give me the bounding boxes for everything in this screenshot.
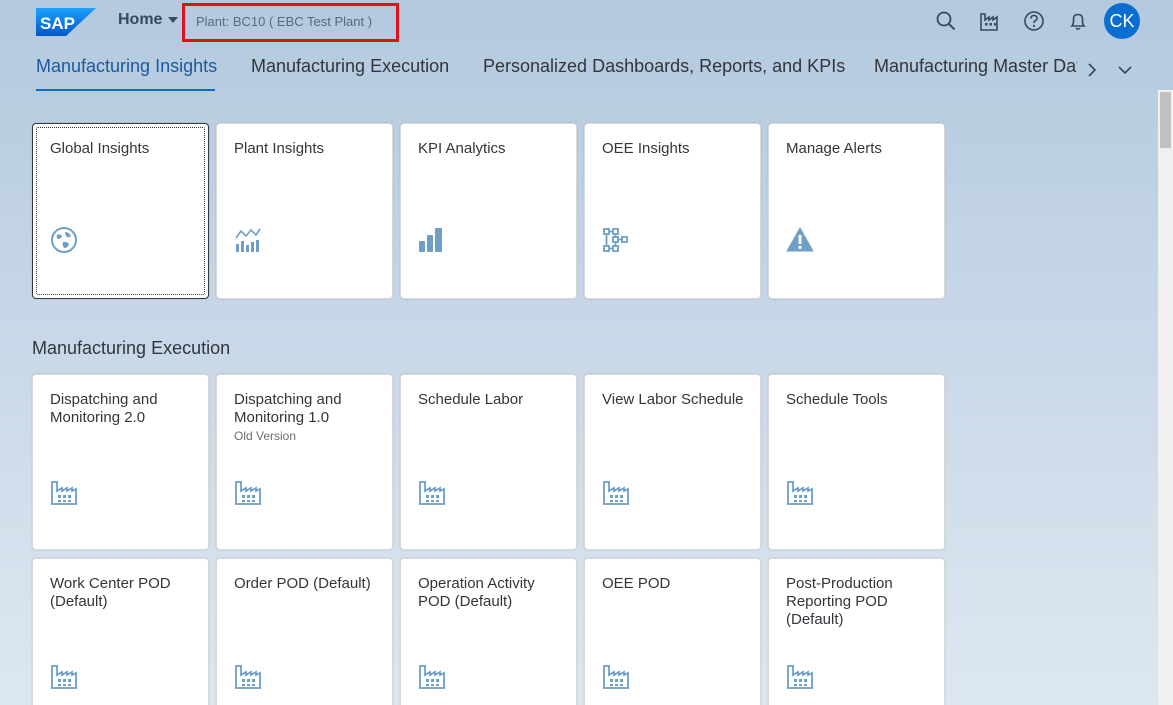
scrollbar-thumb[interactable] [1160,92,1171,148]
section-title-manufacturing-execution: Manufacturing Execution [32,338,231,358]
caret-down-icon [168,17,179,23]
network-icon [603,228,628,252]
tile-oee-insights[interactable]: OEE Insights [584,123,761,299]
tile-manage-alerts[interactable]: Manage Alerts [768,123,945,299]
help-icon[interactable] [1023,10,1045,32]
tile-title: Operation Activity POD (Default) [418,575,535,610]
tile-oee-pod[interactable]: OEE POD [584,558,761,705]
factory-icon [787,665,813,689]
bar-chart-icon [419,228,442,252]
tile-kpi-analytics[interactable]: KPI Analytics [400,123,577,299]
tile-view-labor-schedule[interactable]: View Labor Schedule [584,374,761,550]
tile-title: Schedule Tools [786,391,888,408]
tile-title: Dispatching and Monitoring 1.0 [234,391,342,426]
warning-icon [786,227,814,252]
tile-title: Global Insights [50,140,150,157]
line-bar-chart-icon [235,228,261,252]
shell-bar: SAP Home Plant: BC10 ( EBC Test Plant ) … [0,0,1173,42]
tile-title: Dispatching and Monitoring 2.0 [50,391,158,426]
tile-plant-insights[interactable]: Plant Insights [216,123,393,299]
factory-icon [235,481,261,505]
factory-icon [51,665,77,689]
tab-bar: Manufacturing Insights Manufacturing Exe… [0,52,1158,92]
tile-title: Manage Alerts [786,140,882,157]
tab-personalized-dashboards[interactable]: Personalized Dashboards, Reports, and KP… [483,56,845,77]
tile-dispatching-monitoring-1[interactable]: Dispatching and Monitoring 1.0 Old Versi… [216,374,393,550]
factory-icon [235,665,261,689]
factory-icon [787,481,813,505]
tile-post-production-reporting-pod[interactable]: Post-Production Reporting POD (Default) [768,558,945,705]
tab-manufacturing-master-data[interactable]: Manufacturing Master Data [874,56,1077,76]
tab-overflow-clip: Manufacturing Master Data [874,56,1077,77]
factory-icon[interactable] [979,10,1001,32]
tile-title: Work Center POD (Default) [50,575,171,610]
scrollbar-track[interactable] [1158,90,1173,705]
chevron-right-icon[interactable] [1085,62,1099,78]
tile-order-pod[interactable]: Order POD (Default) [216,558,393,705]
tile-schedule-tools[interactable]: Schedule Tools [768,374,945,550]
tile-subtitle: Old Version [234,429,297,443]
tab-manufacturing-insights[interactable]: Manufacturing Insights [36,56,217,77]
factory-icon [51,481,77,505]
plant-label[interactable]: Plant: BC10 ( EBC Test Plant ) [196,14,372,29]
home-label: Home [118,11,163,28]
chevron-down-icon[interactable] [1117,64,1133,76]
tile-title: View Labor Schedule [602,391,744,408]
tile-global-insights[interactable]: Global Insights [32,123,209,299]
factory-icon [419,481,445,505]
tile-work-center-pod[interactable]: Work Center POD (Default) [32,558,209,705]
tile-title: OEE POD [602,575,671,592]
tile-title: Order POD (Default) [234,575,371,592]
home-menu[interactable]: Home [118,11,179,29]
sap-logo[interactable]: SAP [36,8,96,36]
factory-icon [419,665,445,689]
tile-title: Schedule Labor [418,391,524,408]
tile-title: OEE Insights [602,140,690,157]
factory-icon [603,665,629,689]
tile-title: KPI Analytics [418,140,506,157]
tab-manufacturing-execution[interactable]: Manufacturing Execution [251,56,449,77]
factory-icon [603,481,629,505]
notifications-icon[interactable] [1067,10,1089,32]
search-icon[interactable] [935,10,957,32]
tile-title: Plant Insights [234,140,325,157]
user-avatar[interactable]: CK [1104,3,1140,39]
active-tab-indicator [36,89,215,91]
globe-icon [51,227,77,253]
sap-logo-text: SAP [40,14,75,33]
tile-title: Post-Production Reporting POD (Default) [786,575,893,628]
tile-operation-activity-pod[interactable]: Operation Activity POD (Default) [400,558,577,705]
tile-dispatching-monitoring-2[interactable]: Dispatching and Monitoring 2.0 [32,374,209,550]
tile-schedule-labor[interactable]: Schedule Labor [400,374,577,550]
